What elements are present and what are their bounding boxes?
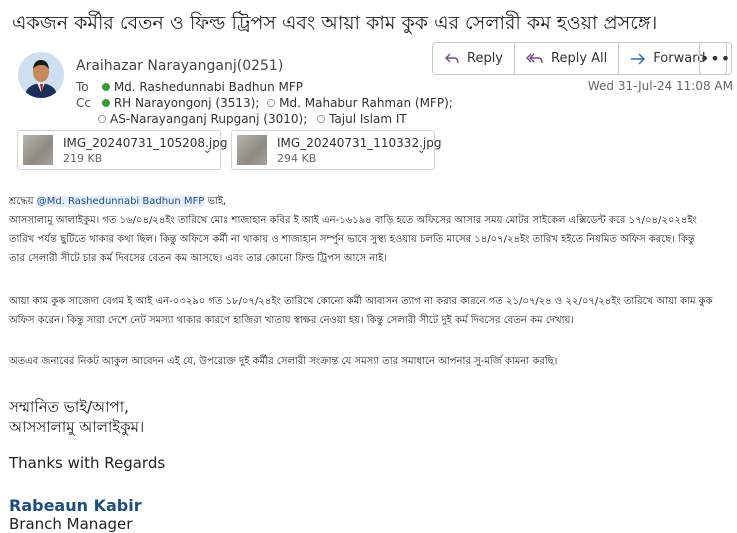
chevron-down-icon[interactable]: ⌄ [203, 143, 212, 156]
forward-label: Forward [653, 51, 706, 66]
signature-title: Branch Manager [9, 515, 133, 533]
to-row: To Md. Rashedunnabi Badhun MFP [76, 80, 303, 94]
presence-offline-icon [98, 115, 106, 123]
thanks-line: Thanks with Regards [9, 454, 166, 472]
signature-name: Rabeaun Kabir [9, 496, 142, 515]
chevron-down-icon[interactable]: ⌄ [417, 143, 426, 156]
attachment-card[interactable]: IMG_20240731_105208.jpg 219 KB ⌄ [17, 130, 227, 170]
presence-available-icon [101, 83, 110, 91]
sender-avatar[interactable] [18, 52, 64, 98]
closing-greeting: আসসালামু আলাইকুম। [9, 418, 145, 436]
attachment-card[interactable]: IMG_20240731_110332.jpg 294 KB ⌄ [231, 130, 441, 170]
recipient-cc[interactable]: AS-Narayanganj Rupganj (3010); [110, 112, 307, 126]
recipient-cc[interactable]: Md. Mahabur Rahman (MFP); [279, 96, 453, 110]
reply-button[interactable]: Reply [433, 43, 516, 74]
forward-arrow-icon [631, 53, 646, 64]
body-text-line: তার সেলারী সীটে চার কর্ম দিবসের বেতন কম … [9, 253, 387, 264]
cc-row-continued: AS-Narayanganj Rupganj (3010); Tajul Isl… [98, 112, 407, 126]
attachment-size: 294 KB [277, 152, 317, 165]
body-text-line: আসসালামু আলাইকুম। গত ১৬/০৪/২৪ইং তারিখে ম… [9, 215, 697, 226]
email-subject: একজন কর্মীর বেতন ও ফিল্ড ট্রিপস এবং আয়া… [12, 12, 658, 34]
to-label: To [76, 80, 89, 94]
reply-label: Reply [467, 51, 504, 66]
reply-all-icon [526, 53, 543, 63]
presence-available-icon [101, 99, 110, 107]
image-thumbnail [23, 135, 53, 165]
more-actions-button[interactable]: ••• [699, 42, 732, 75]
presence-offline-icon [267, 99, 276, 107]
greeting-line: শ্রদ্ধেয় @Md. Rashedunnabi Badhun MFP ভ… [9, 192, 226, 211]
reply-all-label: Reply All [551, 51, 608, 66]
body-text-line: অতএব জনাবের নিকট আকুল আবেদন এই যে, উপরোক… [9, 356, 558, 367]
reply-all-button[interactable]: Reply All [515, 43, 620, 74]
recipient-cc[interactable]: Tajul Islam IT [329, 112, 407, 126]
recipient-cc[interactable]: RH Narayongonj (3513); [114, 96, 260, 110]
recipient-to[interactable]: Md. Rashedunnabi Badhun MFP [114, 80, 303, 94]
body-text-line: তারিখ পর্যন্ত ছুটিতে থাকার কথা ছিল। কিন্… [9, 234, 695, 245]
greeting-prefix: শ্রদ্ধেয় [9, 196, 37, 207]
reply-icon [445, 53, 459, 63]
cc-row: Cc RH Narayongonj (3513); Md. Mahabur Ra… [76, 96, 453, 110]
body-text-line: আয়া কাম কুক সাজেদা বেগম ই আই এন-০৩২৯০ গ… [9, 296, 713, 307]
greeting-suffix: ভাই, [204, 196, 227, 207]
image-thumbnail [237, 135, 267, 165]
mention-link[interactable]: @Md. Rashedunnabi Badhun MFP [36, 196, 205, 207]
attachment-size: 219 KB [63, 152, 103, 165]
presence-offline-icon [317, 115, 326, 123]
reply-actions: Reply Reply All Forward [432, 42, 727, 75]
cc-label: Cc [76, 96, 91, 110]
body-text-line: অফিস করেন। কিন্তু সারা দেশে নেট সমস্যা থ… [9, 315, 574, 326]
sent-datetime: Wed 31-Jul-24 11:08 AM [587, 79, 733, 93]
sender-name[interactable]: Araihazar Narayanganj(0251) [76, 58, 283, 74]
